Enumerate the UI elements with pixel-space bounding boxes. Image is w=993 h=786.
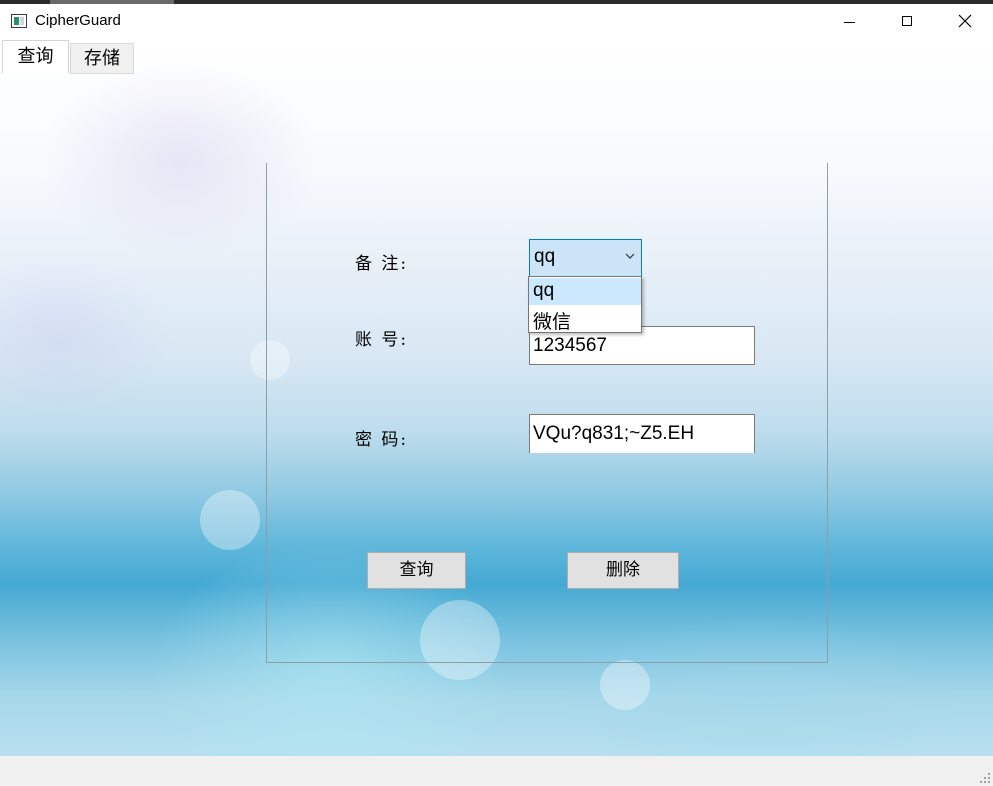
remark-selected-value: qq [534,246,556,267]
title-bar[interactable]: CipherGuard [0,4,993,40]
delete-button[interactable]: 删除 [567,552,679,589]
dropdown-option-label: qq [533,280,555,301]
background-decoration [200,490,260,550]
resize-grip-icon[interactable] [980,773,990,783]
maximize-icon [902,16,912,26]
client-area: 查询 存储 备 注: 账 号: 密 码: qq qq 微信 查询 删除 [0,40,993,756]
tab-query[interactable]: 查询 [2,40,69,73]
password-input[interactable] [533,423,749,445]
query-groupbox [266,163,828,663]
dropdown-option-label: 微信 [533,312,572,333]
app-icon [11,14,27,28]
account-input[interactable] [533,335,749,357]
close-icon [958,14,972,28]
maximize-button[interactable] [878,4,936,40]
dropdown-option-wechat[interactable]: 微信 [529,305,641,333]
chevron-down-icon [625,253,635,259]
password-field[interactable] [529,414,755,453]
password-label: 密 码: [355,430,409,450]
background-decoration [600,660,650,710]
status-bar [0,756,993,786]
account-label: 账 号: [355,330,409,350]
close-button[interactable] [936,4,993,40]
remark-dropdown-list[interactable]: qq 微信 [528,276,642,333]
remark-combobox[interactable]: qq [529,239,642,277]
dropdown-option-qq[interactable]: qq [529,278,641,305]
query-button[interactable]: 查询 [367,552,466,589]
window-title: CipherGuard [35,12,121,29]
tab-store[interactable]: 存储 [70,43,134,74]
minimize-icon [844,22,855,23]
remark-label: 备 注: [355,254,409,274]
minimize-button[interactable] [820,4,878,40]
